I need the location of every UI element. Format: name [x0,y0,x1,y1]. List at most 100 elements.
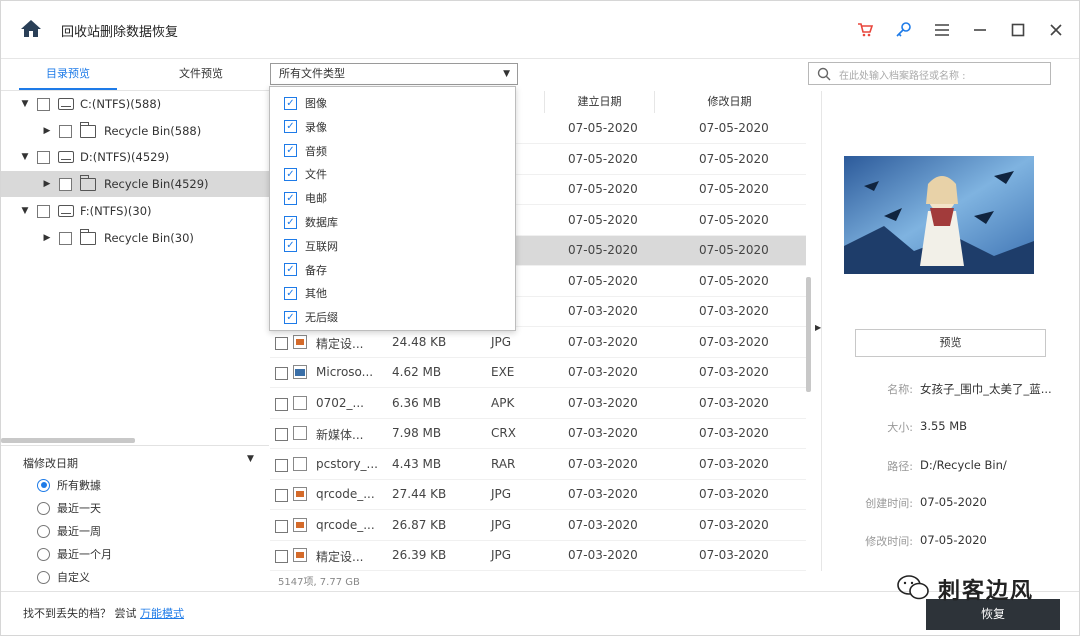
chevron-right-icon[interactable]: ▶ [41,126,53,136]
key-icon[interactable] [893,19,915,41]
tree-item-recycle-bin-c[interactable]: ▶ Recycle Bin(588) [1,118,269,144]
tree-horizontal-scrollbar[interactable] [1,438,135,443]
checkbox-checked-icon[interactable]: ✓ [284,96,297,110]
tree-item-label: F:(NTFS)(30) [80,204,152,218]
radio-button[interactable] [37,478,50,492]
row-checkbox[interactable] [275,367,288,380]
drive-icon [58,151,74,163]
file-name: qrcode_... [316,517,375,532]
row-checkbox[interactable] [275,458,288,472]
table-row[interactable]: 精定设... 24.48 KB JPG 07-03-2020 07-03-2020 [270,328,806,358]
file-type-select[interactable]: 所有文件类型 ▼ [270,63,518,85]
tab-directory-preview[interactable]: 目录预览 [19,59,117,90]
minimize-icon[interactable] [969,19,991,41]
file-type-option[interactable]: ✓ 文件 [284,166,327,182]
file-type-option[interactable]: ✓ 其他 [284,285,327,301]
row-checkbox[interactable] [275,397,288,411]
table-row[interactable]: Microso... 4.62 MB EXE 07-03-2020 07-03-2020 [270,358,806,388]
chevron-down-icon[interactable]: ▼ [19,99,31,109]
created-date: 07-03-2020 [568,334,638,349]
row-checkbox[interactable] [275,519,288,533]
table-row[interactable]: qrcode_... 27.44 KB JPG 07-03-2020 07-03-202… [270,480,806,510]
file-type-option[interactable]: ✓ 图像 [284,95,327,111]
tree-item-recycle-bin-f[interactable]: ▶ Recycle Bin(30) [1,225,269,251]
file-type-option[interactable]: ✓ 电邮 [284,190,327,206]
row-checkbox[interactable] [275,550,288,563]
file-type-select-value: 所有文件类型 [279,67,345,80]
radio-button[interactable] [37,570,50,584]
column-header-created[interactable]: 建立日期 [544,91,654,113]
file-name: 新媒体... [316,428,364,442]
file-type-option[interactable]: ✓ 数据库 [284,214,338,230]
tree-item-drive-d[interactable]: ▼ D:(NTFS)(4529) [1,144,269,170]
file-list-scrollbar[interactable] [806,277,811,392]
file-type-option[interactable]: ✓ 备存 [284,262,327,278]
universal-mode-link[interactable]: 万能模式 [140,607,184,620]
tree-checkbox[interactable] [37,204,50,218]
tree-checkbox[interactable] [59,177,72,191]
checkbox-checked-icon[interactable]: ✓ [284,286,297,300]
tree-checkbox[interactable] [37,97,50,111]
filter-option-last-month[interactable]: 最近一个月 [37,546,112,562]
file-type: APK [491,395,515,410]
preview-button[interactable]: 预览 [855,329,1046,357]
tree-item-drive-f[interactable]: ▼ F:(NTFS)(30) [1,198,269,224]
modified-date: 07-05-2020 [699,243,769,257]
drive-icon [58,98,74,110]
table-row[interactable]: qrcode_... 26.87 KB JPG 07-03-2020 07-03-202… [270,511,806,541]
column-header-modified[interactable]: 修改日期 [654,91,804,113]
checkbox-checked-icon[interactable]: ✓ [284,191,297,205]
checkbox-checked-icon[interactable]: ✓ [284,215,297,229]
table-row[interactable]: 0702_... 6.36 MB APK 07-03-2020 07-03-2020 [270,389,806,419]
maximize-icon[interactable] [1007,19,1029,41]
checkbox-checked-icon[interactable]: ✓ [284,167,297,181]
close-icon[interactable] [1045,19,1067,41]
checkbox-checked-icon[interactable]: ✓ [284,239,297,253]
tab-file-preview[interactable]: 文件预览 [151,59,251,90]
filter-option-custom[interactable]: 自定义 [37,569,90,585]
checkbox-checked-icon[interactable]: ✓ [284,120,297,134]
tree-item-label: Recycle Bin(4529) [104,177,209,191]
chevron-right-icon[interactable]: ▶ [41,179,53,189]
file-type: JPG [491,517,512,532]
image-file-icon [293,334,307,349]
radio-button[interactable] [37,524,50,538]
file-type-option[interactable]: ✓ 音频 [284,143,327,159]
chevron-down-icon[interactable]: ▼ [19,206,31,216]
created-date: 07-03-2020 [568,365,638,379]
chevron-right-icon[interactable]: ▶ [41,233,53,243]
tree-item-drive-c[interactable]: ▼ C:(NTFS)(588) [1,91,269,117]
file-type-option[interactable]: ✓ 互联网 [284,238,338,254]
row-checkbox[interactable] [275,336,288,350]
radio-button[interactable] [37,501,50,515]
file-type-option[interactable]: ✓ 无后缀 [284,309,338,325]
row-checkbox[interactable] [275,428,288,441]
table-row[interactable]: 新媒体... 7.98 MB CRX 07-03-2020 07-03-2020 [270,419,806,449]
filter-option-last-week[interactable]: 最近一周 [37,523,101,539]
file-type-option[interactable]: ✓ 录像 [284,119,327,135]
filter-option-last-day[interactable]: 最近一天 [37,500,101,516]
search-input[interactable]: 在此处输入档案路径或名称 : [808,62,1051,85]
filter-option-all[interactable]: 所有數據 [37,477,101,493]
collapse-panel-icon[interactable]: ▶ [815,323,821,332]
info-created-label: 创建时间: [865,497,913,510]
checkbox-checked-icon[interactable]: ✓ [284,310,297,324]
home-icon[interactable] [20,18,42,40]
tree-checkbox[interactable] [37,150,50,164]
checkbox-checked-icon[interactable]: ✓ [284,144,297,158]
tree-checkbox[interactable] [59,124,72,138]
tree-item-recycle-bin-d[interactable]: ▶ Recycle Bin(4529) [1,171,269,197]
chevron-down-icon[interactable]: ▼ [247,454,254,464]
info-size-value: 3.55 MB [920,419,968,433]
tree-checkbox[interactable] [59,231,72,245]
table-row[interactable]: 精定设... 26.39 KB JPG 07-03-2020 07-03-2020 [270,541,806,571]
menu-icon[interactable] [931,19,953,41]
folder-icon [80,121,96,138]
radio-button[interactable] [37,547,50,561]
table-row[interactable]: pcstory_... 4.43 MB RAR 07-03-2020 07-03-202… [270,450,806,480]
row-checkbox[interactable] [275,489,288,502]
chevron-down-icon[interactable]: ▼ [19,152,31,162]
checkbox-checked-icon[interactable]: ✓ [284,263,297,277]
cart-icon[interactable] [854,19,876,41]
date-filter-panel: 檔修改日期 ▼ 所有數據 最近一天 最近一周 最近一个月 自定义 [1,445,269,591]
